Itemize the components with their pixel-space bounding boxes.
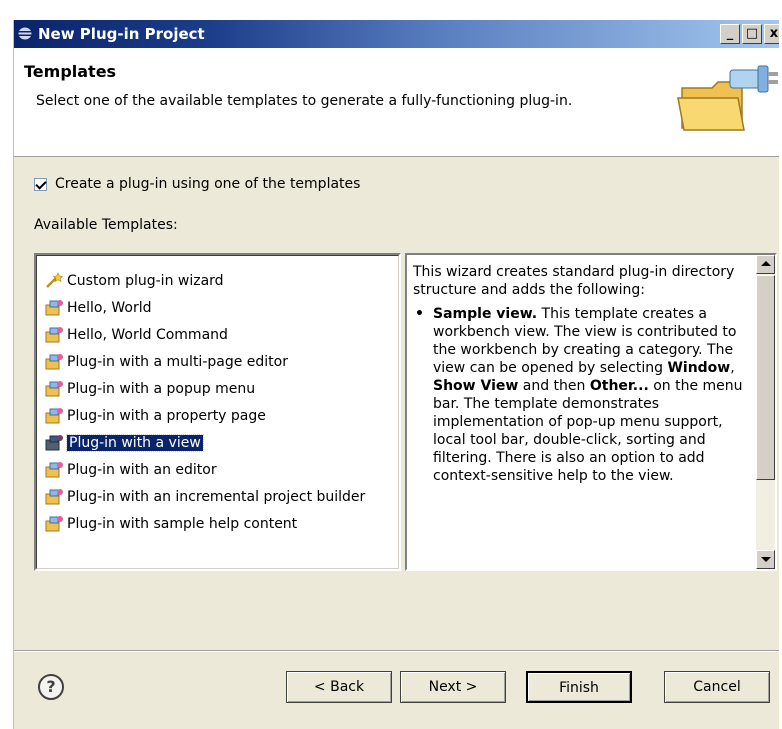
list-item[interactable]: Plug-in with a multi-page editor xyxy=(44,350,288,374)
list-item[interactable]: Plug-in with an incremental project buil… xyxy=(44,485,365,509)
wizard-banner: Templates Select one of the available te… xyxy=(14,48,779,157)
description-scrollbar[interactable] xyxy=(756,255,775,569)
plugin-icon xyxy=(45,354,63,370)
plugin-icon xyxy=(45,381,63,397)
help-icon[interactable]: ? xyxy=(38,674,64,700)
back-button[interactable]: < Back xyxy=(286,671,392,703)
minimize-button[interactable]: _ xyxy=(720,24,740,44)
scroll-down-button[interactable] xyxy=(756,550,775,569)
maximize-button[interactable]: □ xyxy=(742,24,762,44)
available-templates-label: Available Templates: xyxy=(34,217,178,233)
plugin-icon xyxy=(45,300,63,316)
use-template-label: Create a plug-in using one of the templa… xyxy=(55,176,361,192)
list-item[interactable]: Hello, World xyxy=(44,296,152,320)
title-bar[interactable]: New Plug-in Project _ □ x xyxy=(14,20,779,48)
list-item[interactable]: Plug-in with sample help content xyxy=(44,512,297,536)
window-title: New Plug-in Project xyxy=(38,25,205,43)
page-description: Select one of the available templates to… xyxy=(36,93,573,109)
template-description-pane[interactable]: This wizard creates standard plug-in dir… xyxy=(405,253,777,571)
next-button[interactable]: Next > xyxy=(400,671,506,703)
plugin-icon xyxy=(45,489,63,505)
wizard-icon xyxy=(46,272,64,288)
scroll-up-button[interactable] xyxy=(756,255,775,274)
finish-button[interactable]: Finish xyxy=(526,671,632,703)
new-plugin-project-dialog: New Plug-in Project _ □ x Templates Sele… xyxy=(13,20,779,729)
list-item-selected[interactable]: Plug-in with a view xyxy=(44,431,204,455)
plugin-icon xyxy=(45,516,63,532)
arrow-down-icon xyxy=(761,557,771,562)
list-item[interactable]: Plug-in with a property page xyxy=(44,404,266,428)
list-item[interactable]: Plug-in with a popup menu xyxy=(44,377,255,401)
scroll-thumb[interactable] xyxy=(756,275,775,480)
page-title: Templates xyxy=(24,62,117,81)
eclipse-icon xyxy=(18,27,32,40)
cancel-button[interactable]: Cancel xyxy=(664,671,770,703)
template-description: This wizard creates standard plug-in dir… xyxy=(413,263,743,485)
templates-list[interactable]: Custom plug-in wizard Hello, World Hello… xyxy=(34,253,401,571)
list-item[interactable]: Hello, World Command xyxy=(44,323,228,347)
description-item-title: Sample view. xyxy=(433,306,538,322)
close-button[interactable]: x xyxy=(764,24,779,44)
plugin-icon xyxy=(45,462,63,478)
list-item[interactable]: Plug-in with an editor xyxy=(44,458,217,482)
plugin-icon xyxy=(45,327,63,343)
plugin-icon xyxy=(45,408,63,424)
description-intro: This wizard creates standard plug-in dir… xyxy=(413,264,735,298)
list-item[interactable]: Custom plug-in wizard xyxy=(44,269,224,293)
plugin-folder-icon xyxy=(677,65,778,131)
description-item: Sample view. This template creates a wor… xyxy=(415,305,743,485)
arrow-up-icon xyxy=(761,261,771,266)
plugin-icon xyxy=(45,435,63,451)
use-template-option[interactable]: Create a plug-in using one of the templa… xyxy=(34,176,360,192)
use-template-checkbox[interactable] xyxy=(34,177,47,191)
button-bar-separator xyxy=(14,650,779,652)
